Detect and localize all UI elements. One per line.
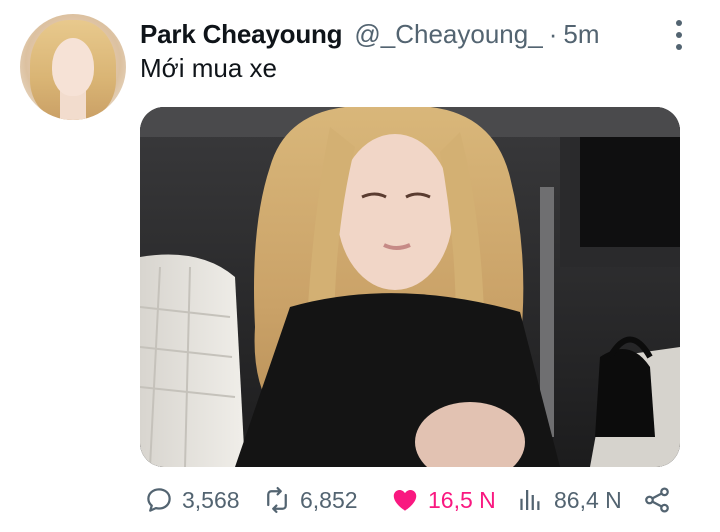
analytics-icon (520, 490, 540, 510)
retweet-count: 6,852 (300, 486, 358, 513)
more-dot (676, 20, 682, 26)
more-dot (676, 32, 682, 38)
avatar-face (52, 38, 94, 96)
views-button[interactable]: 86,4 N (516, 480, 622, 520)
tweet-timestamp[interactable]: 5m (563, 19, 599, 50)
photo-illustration (140, 107, 680, 467)
views-count: 86,4 N (554, 486, 622, 513)
car-window-dark (580, 137, 680, 247)
retweet-icon (267, 487, 287, 513)
person-face (337, 134, 453, 290)
reply-count: 3,568 (182, 486, 240, 513)
share-button[interactable] (642, 480, 672, 520)
author-handle[interactable]: @_Cheayoung_ (354, 19, 542, 50)
author-name[interactable]: Park Cheayoung (140, 19, 343, 50)
like-count: 16,5 N (428, 486, 496, 513)
tweet-actions: 3,568 6,852 16,5 N 86,4 N (140, 480, 680, 520)
more-options-icon[interactable] (674, 20, 684, 50)
header-separator: · (548, 18, 558, 49)
heart-filled-icon (393, 490, 417, 511)
retweet-button[interactable]: 6,852 (262, 480, 358, 520)
reply-button[interactable]: 3,568 (144, 480, 240, 520)
share-icon (645, 487, 669, 513)
tweet-card[interactable]: Park Cheayoung @_Cheayoung_ · 5m Mới mua… (0, 0, 720, 532)
tweet-media-photo[interactable] (140, 107, 680, 467)
tweet-header: Park Cheayoung @_Cheayoung_ · 5m (140, 18, 599, 50)
tweet-text: Mới mua xe (140, 53, 277, 83)
comment-icon (147, 488, 171, 512)
like-button[interactable]: 16,5 N (390, 480, 496, 520)
author-avatar[interactable] (20, 14, 126, 120)
more-dot (676, 44, 682, 50)
handbag (595, 349, 655, 437)
